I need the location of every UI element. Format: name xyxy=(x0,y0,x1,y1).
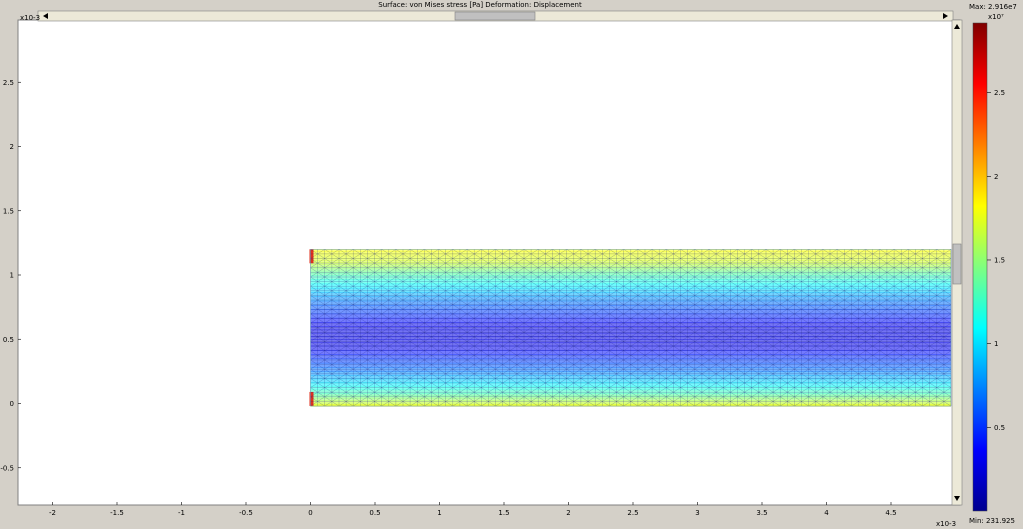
x-tick-label: 4.5 xyxy=(885,509,896,517)
stress-hotspot-top xyxy=(309,249,314,264)
colorbar-min-label: Min: 231.925 xyxy=(969,517,1015,525)
x-tick-label: -1.5 xyxy=(110,509,124,517)
y-tick-label: 1.5 xyxy=(3,207,14,215)
horizontal-scroll-thumb[interactable] xyxy=(454,11,536,21)
stress-hotspot-bottom xyxy=(309,391,314,406)
x-exponent-label: x10-3 xyxy=(936,520,957,528)
x-tick-label: 2.5 xyxy=(627,509,638,517)
x-tick-label: 0 xyxy=(308,509,312,517)
x-tick-label: -1 xyxy=(178,509,185,517)
y-tick-label: 2.5 xyxy=(3,79,14,87)
colorbar-ticks: 0.5 1 1.5 2 2.5 xyxy=(987,89,1005,432)
x-tick-label: 4 xyxy=(824,509,829,517)
colorbar-tick-label: 1 xyxy=(994,340,998,348)
y-tick-label: 0 xyxy=(10,400,14,408)
y-tick-label: 2 xyxy=(10,143,14,151)
y-tick-label: 1 xyxy=(10,272,14,280)
x-tick-label: 3 xyxy=(695,509,699,517)
plot-svg: -2 -1.5 -1 -0.5 0 0.5 1 1.5 2 2.5 3 3.5 4 4.5 -0.5 0 0.… xyxy=(0,10,1005,517)
x-tick-label: 2 xyxy=(566,509,570,517)
colorbar-max-label: Max: 2.916e7 xyxy=(969,3,1017,11)
x-tick-label: 1 xyxy=(437,509,441,517)
y-exponent-label: x10-3 xyxy=(20,14,41,22)
colorbar-tick-label: 1.5 xyxy=(994,256,1005,264)
x-tick-label: -0.5 xyxy=(239,509,253,517)
y-tick-label: -0.5 xyxy=(0,464,14,472)
plot-window: Surface: von Mises stress [Pa] Deformati… xyxy=(0,0,1023,529)
y-tick-label: 0.5 xyxy=(3,336,14,344)
x-tick-label: 1.5 xyxy=(498,509,509,517)
x-tick-label: -2 xyxy=(49,509,56,517)
vertical-scroll-thumb[interactable] xyxy=(952,243,962,285)
x-tick-label: 3.5 xyxy=(756,509,767,517)
colorbar-tick-label: 2.5 xyxy=(994,89,1005,97)
x-tick-label: 0.5 xyxy=(369,509,380,517)
colorbar xyxy=(972,22,988,512)
colorbar-tick-label: 2 xyxy=(994,173,998,181)
colorbar-tick-label: 0.5 xyxy=(994,424,1005,432)
colorbar-exponent: x10⁷ xyxy=(988,13,1004,21)
